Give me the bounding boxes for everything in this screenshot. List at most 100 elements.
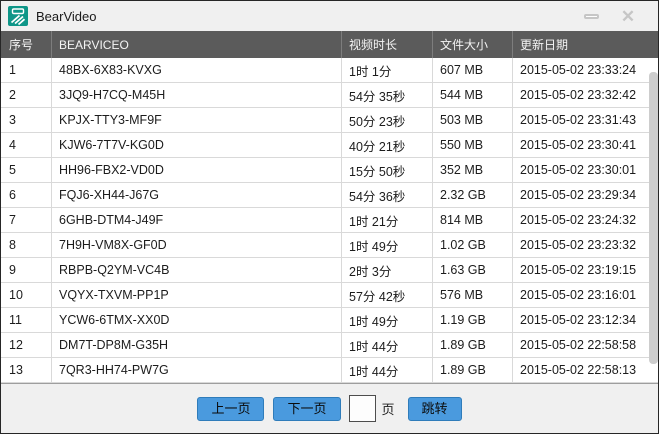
cell-size: 814 MB bbox=[432, 208, 512, 232]
cell-index: 7 bbox=[9, 213, 16, 227]
table-row[interactable]: 12 DM7T-DP8M-G35H 1时 44分 1.89 GB 2015-05… bbox=[1, 333, 658, 358]
next-page-button[interactable]: 下一页 bbox=[273, 396, 341, 421]
cell-updated: 2015-05-02 23:24:32 bbox=[512, 208, 658, 232]
table-row[interactable]: 9 RBPB-Q2YM-VC4B 2时 3分 1.63 GB 2015-05-0… bbox=[1, 258, 658, 283]
cell-index: 12 bbox=[9, 338, 23, 352]
cell-index: 11 bbox=[9, 313, 22, 327]
cell-name: RBPB-Q2YM-VC4B bbox=[51, 258, 341, 282]
cell-size: 503 MB bbox=[432, 108, 512, 132]
cell-size: 607 MB bbox=[432, 58, 512, 82]
cell-index: 5 bbox=[9, 163, 16, 177]
table-row[interactable]: 7 6GHB-DTM4-J49F 1时 21分 814 MB 2015-05-0… bbox=[1, 208, 658, 233]
cell-updated: 2015-05-02 23:16:01 bbox=[512, 283, 658, 307]
cell-size: 1.89 GB bbox=[432, 333, 512, 357]
cell-name: 7QR3-HH74-PW7G bbox=[51, 358, 341, 382]
cell-name: VQYX-TXVM-PP1P bbox=[51, 283, 341, 307]
cell-index: 6 bbox=[9, 188, 16, 202]
cell-duration: 1时 44分 bbox=[341, 358, 432, 382]
cell-name: 6GHB-DTM4-J49F bbox=[51, 208, 341, 232]
table-body: 1 48BX-6X83-KVXG 1时 1分 607 MB 2015-05-02… bbox=[1, 58, 658, 383]
cell-duration: 1时 1分 bbox=[341, 58, 432, 82]
cell-name: 3JQ9-H7CQ-M45H bbox=[51, 83, 341, 107]
cell-updated: 2015-05-02 23:31:43 bbox=[512, 108, 658, 132]
cell-name: KPJX-TTY3-MF9F bbox=[51, 108, 341, 132]
close-button[interactable]: ✕ bbox=[616, 5, 640, 27]
cell-name: HH96-FBX2-VD0D bbox=[51, 158, 341, 182]
cell-name: DM7T-DP8M-G35H bbox=[51, 333, 341, 357]
table-row[interactable]: 5 HH96-FBX2-VD0D 15分 50秒 352 MB 2015-05-… bbox=[1, 158, 658, 183]
cell-name: 7H9H-VM8X-GF0D bbox=[51, 233, 341, 257]
cell-duration: 40分 21秒 bbox=[341, 133, 432, 157]
cell-duration: 54分 35秒 bbox=[341, 83, 432, 107]
cell-duration: 57分 42秒 bbox=[341, 283, 432, 307]
cell-updated: 2015-05-02 23:32:42 bbox=[512, 83, 658, 107]
pagination-bar: 上一页 下一页 页 跳转 bbox=[1, 383, 658, 433]
table-row[interactable]: 4 KJW6-7T7V-KG0D 40分 21秒 550 MB 2015-05-… bbox=[1, 133, 658, 158]
cell-duration: 15分 50秒 bbox=[341, 158, 432, 182]
vertical-scrollbar-thumb[interactable] bbox=[649, 72, 658, 364]
cell-updated: 2015-05-02 23:23:32 bbox=[512, 233, 658, 257]
cell-name: YCW6-6TMX-XX0D bbox=[51, 308, 341, 332]
cell-size: 1.19 GB bbox=[432, 308, 512, 332]
table-row[interactable]: 8 7H9H-VM8X-GF0D 1时 49分 1.02 GB 2015-05-… bbox=[1, 233, 658, 258]
cell-updated: 2015-05-02 23:30:01 bbox=[512, 158, 658, 182]
title-bar: BearVideo ✕ bbox=[1, 1, 658, 31]
table-row[interactable]: 6 FQJ6-XH44-J67G 54分 36秒 2.32 GB 2015-05… bbox=[1, 183, 658, 208]
cell-index: 9 bbox=[9, 263, 16, 277]
column-header-size: 文件大小 bbox=[432, 31, 512, 58]
column-header-index: 序号 bbox=[9, 38, 34, 52]
cell-duration: 54分 36秒 bbox=[341, 183, 432, 207]
minimize-button[interactable] bbox=[579, 5, 603, 27]
cell-size: 550 MB bbox=[432, 133, 512, 157]
table-row[interactable]: 10 VQYX-TXVM-PP1P 57分 42秒 576 MB 2015-05… bbox=[1, 283, 658, 308]
page-unit-label: 页 bbox=[381, 402, 395, 417]
cell-duration: 1时 44分 bbox=[341, 333, 432, 357]
cell-index: 1 bbox=[9, 63, 16, 77]
cell-updated: 2015-05-02 23:12:34 bbox=[512, 308, 658, 332]
cell-duration: 50分 23秒 bbox=[341, 108, 432, 132]
cell-index: 3 bbox=[9, 113, 16, 127]
column-header-duration: 视频时长 bbox=[341, 31, 432, 58]
app-logo-icon bbox=[8, 6, 28, 26]
cell-duration: 1时 49分 bbox=[341, 308, 432, 332]
cell-size: 576 MB bbox=[432, 283, 512, 307]
table-header: 序号 BEARVICEO 视频时长 文件大小 更新日期 bbox=[1, 31, 658, 58]
page-number-input[interactable] bbox=[348, 395, 376, 422]
cell-index: 8 bbox=[9, 238, 16, 252]
cell-size: 352 MB bbox=[432, 158, 512, 182]
cell-size: 544 MB bbox=[432, 83, 512, 107]
table-row[interactable]: 13 7QR3-HH74-PW7G 1时 44分 1.89 GB 2015-05… bbox=[1, 358, 658, 383]
cell-updated: 2015-05-02 23:33:24 bbox=[512, 58, 658, 82]
cell-duration: 1时 21分 bbox=[341, 208, 432, 232]
prev-page-button[interactable]: 上一页 bbox=[197, 396, 265, 421]
cell-duration: 2时 3分 bbox=[341, 258, 432, 282]
cell-size: 1.02 GB bbox=[432, 233, 512, 257]
cell-updated: 2015-05-02 22:58:13 bbox=[512, 358, 658, 382]
cell-name: FQJ6-XH44-J67G bbox=[51, 183, 341, 207]
table-row[interactable]: 1 48BX-6X83-KVXG 1时 1分 607 MB 2015-05-02… bbox=[1, 58, 658, 83]
cell-index: 4 bbox=[9, 138, 16, 152]
cell-name: KJW6-7T7V-KG0D bbox=[51, 133, 341, 157]
jump-button[interactable]: 跳转 bbox=[407, 396, 462, 421]
table-row[interactable]: 11 YCW6-6TMX-XX0D 1时 49分 1.19 GB 2015-05… bbox=[1, 308, 658, 333]
table-row[interactable]: 2 3JQ9-H7CQ-M45H 54分 35秒 544 MB 2015-05-… bbox=[1, 83, 658, 108]
cell-size: 1.63 GB bbox=[432, 258, 512, 282]
cell-name: 48BX-6X83-KVXG bbox=[51, 58, 341, 82]
app-window: BearVideo ✕ 序号 BEARVICEO 视频时长 文件大小 更新日期 … bbox=[0, 0, 659, 434]
cell-updated: 2015-05-02 23:30:41 bbox=[512, 133, 658, 157]
minimize-icon bbox=[583, 13, 599, 19]
cell-updated: 2015-05-02 22:58:58 bbox=[512, 333, 658, 357]
window-title: BearVideo bbox=[36, 8, 97, 24]
column-header-updated: 更新日期 bbox=[512, 31, 658, 58]
close-icon: ✕ bbox=[620, 6, 636, 26]
cell-index: 13 bbox=[9, 363, 23, 377]
cell-index: 10 bbox=[9, 288, 23, 302]
cell-updated: 2015-05-02 23:19:15 bbox=[512, 258, 658, 282]
cell-duration: 1时 49分 bbox=[341, 233, 432, 257]
cell-updated: 2015-05-02 23:29:34 bbox=[512, 183, 658, 207]
cell-size: 1.89 GB bbox=[432, 358, 512, 382]
cell-size: 2.32 GB bbox=[432, 183, 512, 207]
table-row[interactable]: 3 KPJX-TTY3-MF9F 50分 23秒 503 MB 2015-05-… bbox=[1, 108, 658, 133]
column-header-name: BEARVICEO bbox=[51, 31, 341, 58]
cell-index: 2 bbox=[9, 88, 16, 102]
